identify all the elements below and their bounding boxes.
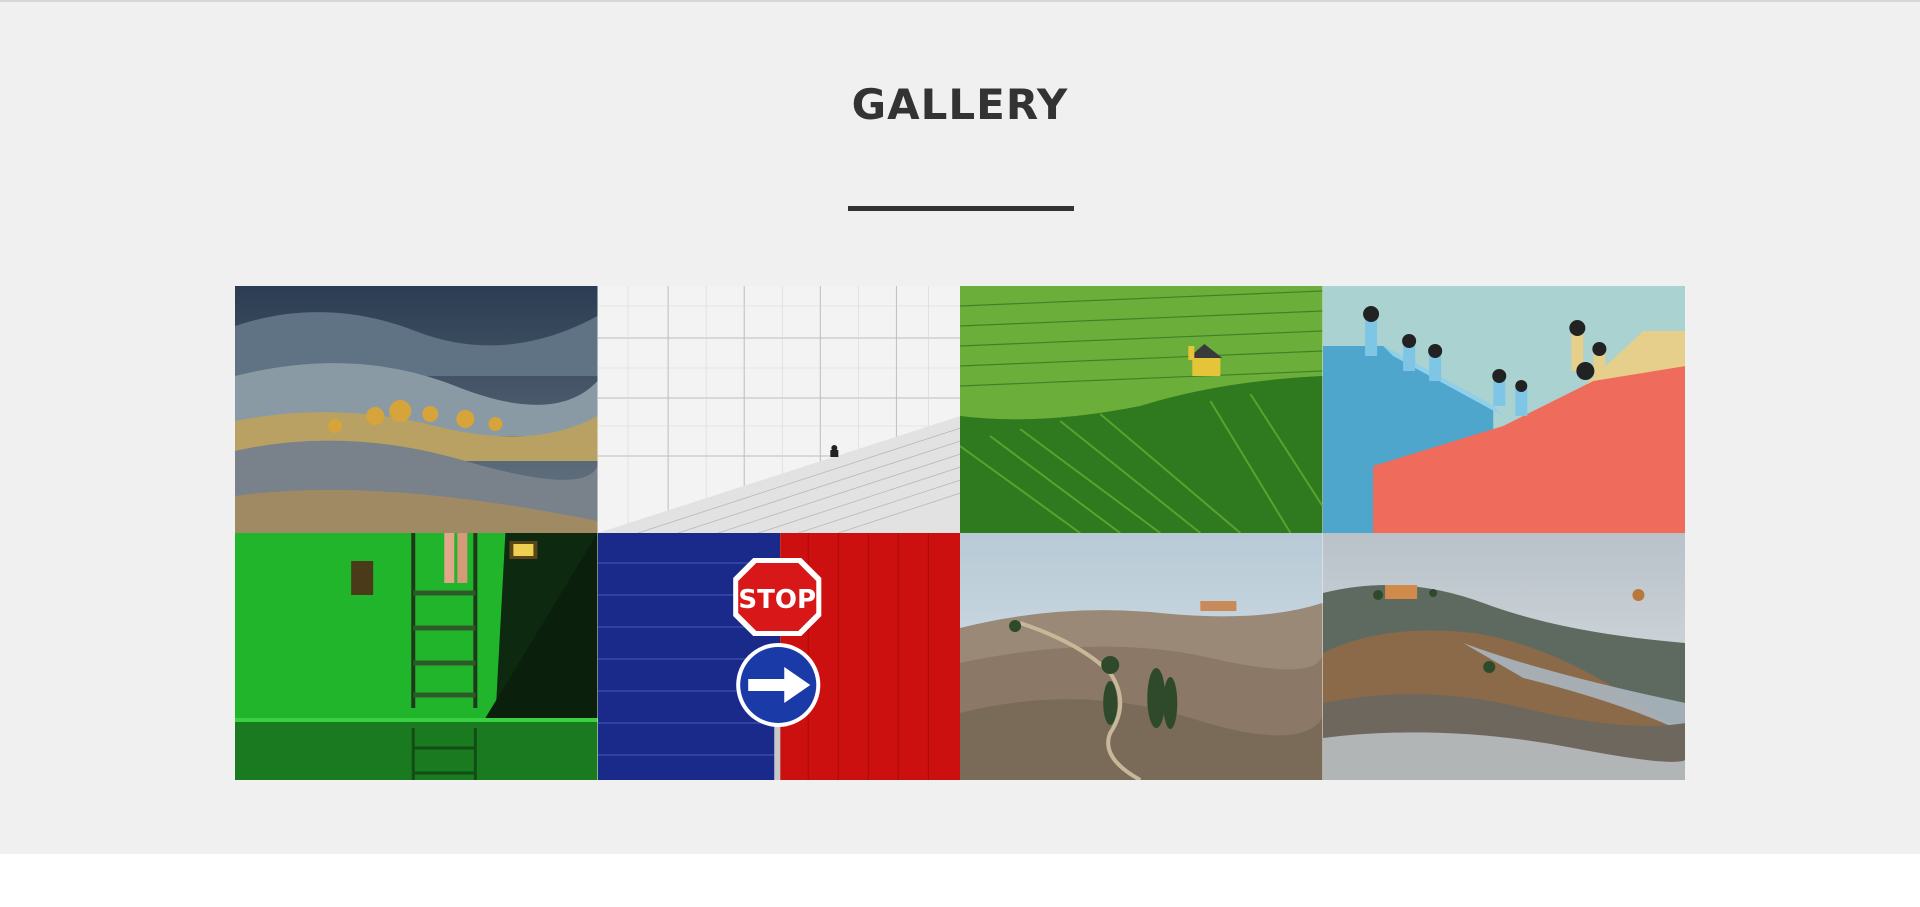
title-divider — [848, 206, 1074, 211]
svg-text:STOP: STOP — [738, 585, 816, 615]
gallery-grid: STOP — [235, 286, 1685, 780]
gallery-image-white-wall[interactable] — [597, 286, 960, 533]
gallery-title: GALLERY — [851, 80, 1069, 129]
gallery-image-tuscany-road[interactable] — [960, 533, 1323, 780]
gallery-image-stop-sign[interactable]: STOP — [597, 533, 960, 780]
gallery-image-foggy-hills[interactable] — [1322, 533, 1685, 780]
gallery-section: GALLERY STOP — [0, 0, 1920, 854]
gallery-image-green-pool[interactable] — [235, 533, 598, 780]
gallery-image-vineyard[interactable] — [960, 286, 1323, 533]
gallery-image-rolling-hills[interactable] — [235, 286, 598, 533]
gallery-image-rooftops[interactable] — [1322, 286, 1685, 533]
